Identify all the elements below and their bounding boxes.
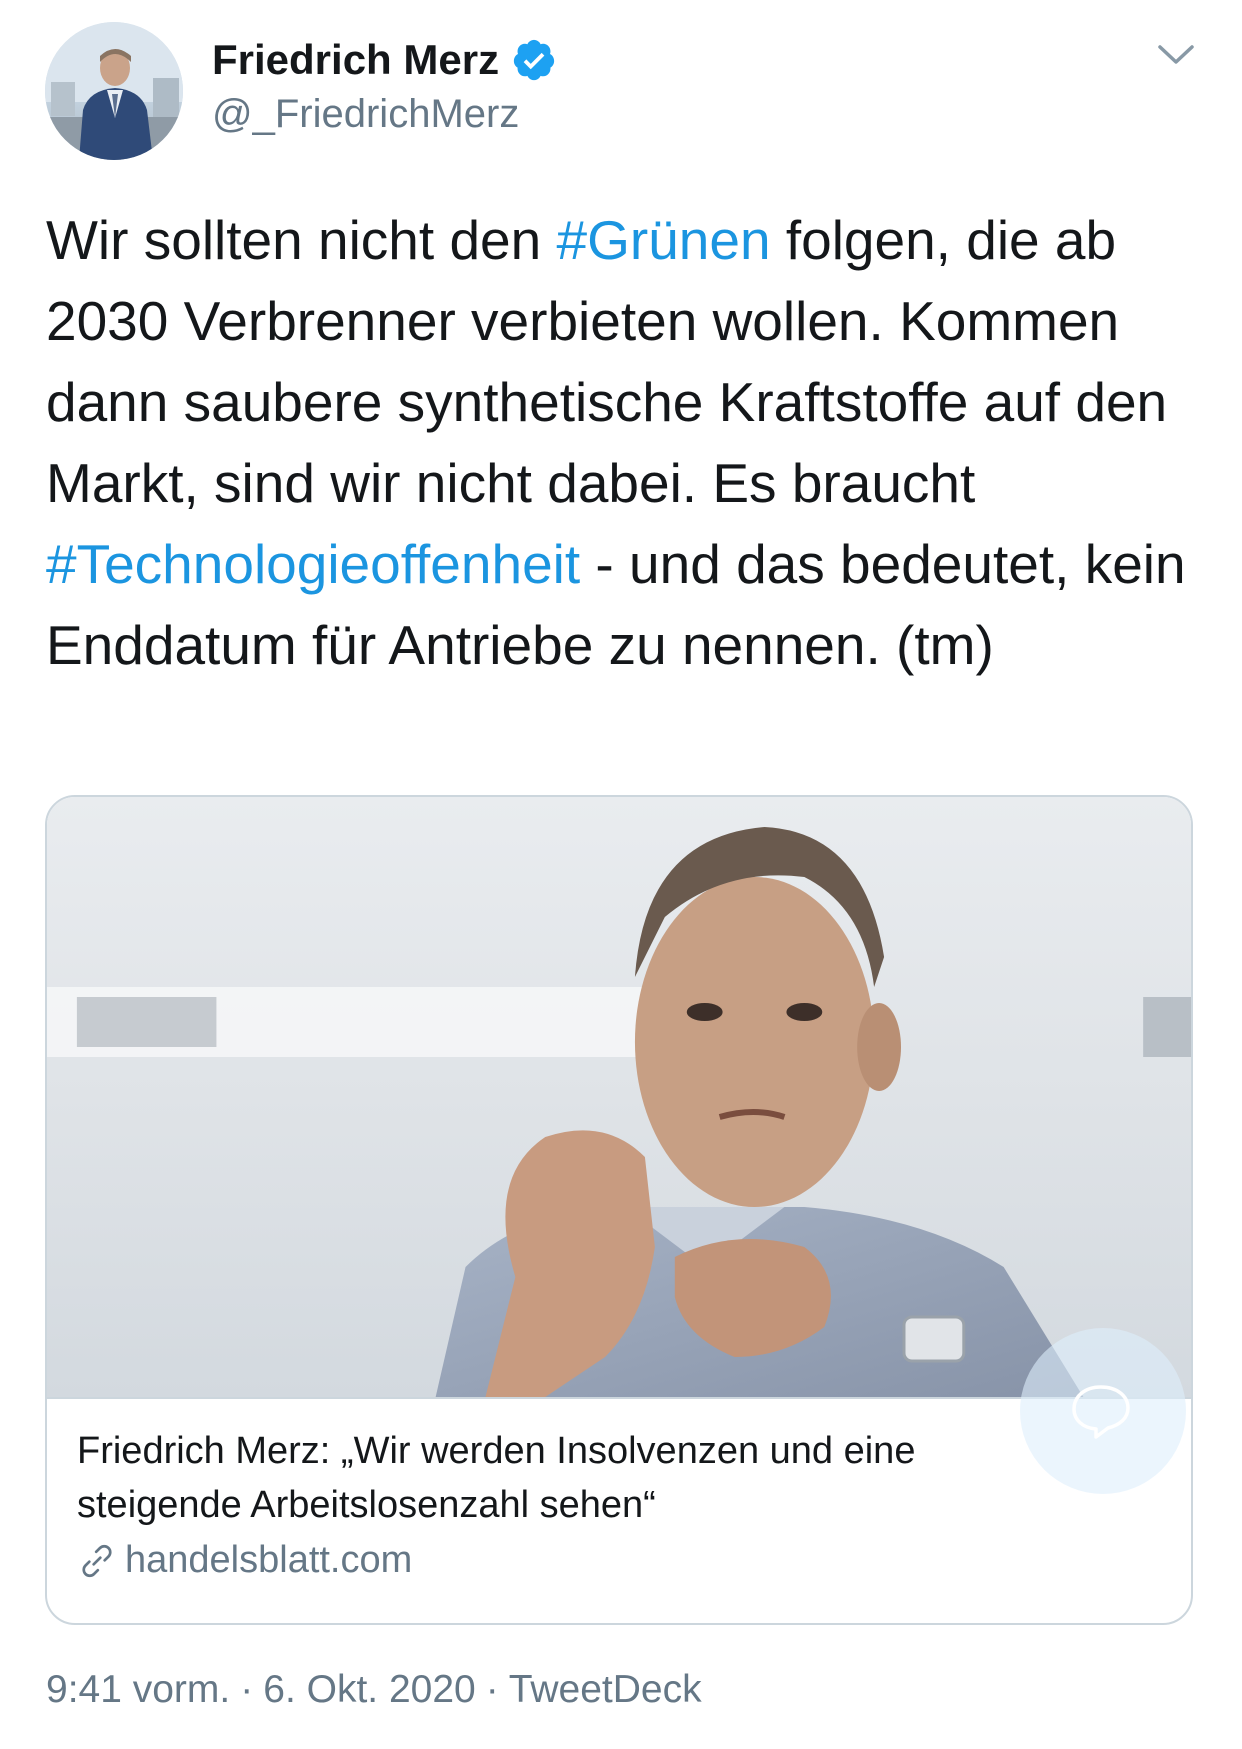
profile-photo — [45, 22, 183, 160]
card-title[interactable]: Friedrich Merz: „Wir werden Insolvenzen … — [77, 1424, 1077, 1532]
tweet-text: Wir sollten nicht den #Grünen folgen, di… — [46, 200, 1216, 686]
floating-reply-button[interactable] — [1020, 1328, 1186, 1494]
link-icon — [77, 1541, 117, 1581]
card-domain-row[interactable]: handelsblatt.com — [77, 1539, 412, 1582]
author-name[interactable]: Friedrich Merz — [212, 36, 499, 84]
meta-separator: · — [240, 1668, 254, 1711]
avatar[interactable] — [45, 22, 183, 160]
article-photo — [47, 797, 1191, 1397]
card-image[interactable] — [47, 797, 1191, 1397]
link-preview-card[interactable]: Friedrich Merz: „Wir werden Insolvenzen … — [45, 795, 1193, 1625]
meta-separator: · — [485, 1668, 499, 1711]
tweet-source[interactable]: TweetDeck — [509, 1668, 702, 1711]
tweet-meta: 9:41 vorm. · 6. Okt. 2020 · TweetDeck — [46, 1668, 702, 1712]
verified-badge-icon — [511, 37, 557, 83]
card-divider — [47, 1397, 1191, 1399]
hashtag-gruenen[interactable]: #Grünen — [557, 209, 771, 271]
tweet-time[interactable]: 9:41 vorm. — [46, 1668, 230, 1711]
chevron-down-icon[interactable] — [1156, 40, 1196, 70]
reply-bubble-icon — [1072, 1385, 1130, 1439]
card-domain[interactable]: handelsblatt.com — [125, 1539, 412, 1582]
tweet-date[interactable]: 6. Okt. 2020 — [263, 1668, 475, 1711]
author-handle[interactable]: @_FriedrichMerz — [212, 92, 519, 137]
author-name-row[interactable]: Friedrich Merz — [212, 36, 557, 84]
hashtag-technologieoffenheit[interactable]: #Technologieoffenheit — [46, 533, 580, 595]
tweet-text-part: Wir sollten nicht den — [46, 209, 557, 271]
